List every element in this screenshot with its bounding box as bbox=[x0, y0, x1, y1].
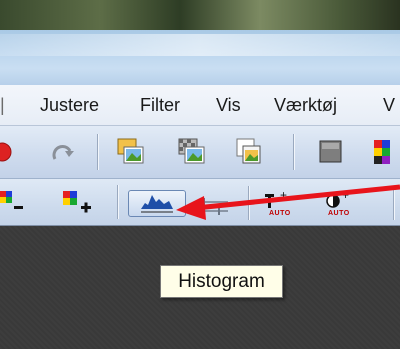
annotation-arrow-icon bbox=[176, 184, 400, 220]
app-window: | Justere Filter Vis Værktøj V + AUTO AU… bbox=[0, 0, 400, 349]
